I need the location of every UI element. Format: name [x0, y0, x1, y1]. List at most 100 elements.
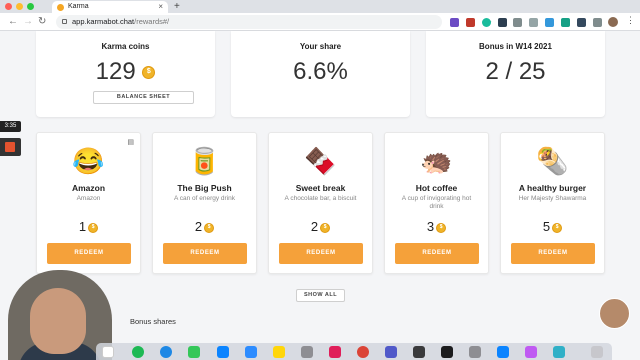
price-value: 2 [310, 219, 319, 234]
price-value: 5 [542, 219, 551, 234]
extension-v-icon[interactable] [450, 18, 459, 27]
extension-dark-icon[interactable] [498, 18, 507, 27]
show-all-button[interactable]: SHOW ALL [296, 289, 345, 302]
redeem-button[interactable]: REDEEM [511, 243, 595, 264]
finder-app-icon[interactable] [497, 346, 509, 358]
spotify-app-icon[interactable] [132, 346, 144, 358]
reward-price: 3 $ [385, 219, 488, 234]
stop-recording-button[interactable] [0, 138, 21, 156]
chocolate-bar-icon: 🍫 [304, 146, 337, 176]
camera-extension-icon[interactable] [513, 18, 522, 27]
extension-grey-icon[interactable] [529, 18, 538, 27]
chrome-app-icon[interactable] [357, 346, 369, 358]
karma-coins-amount: 129 [95, 58, 136, 85]
tab-close-icon[interactable]: × [158, 1, 163, 13]
participant-webcam [599, 298, 630, 329]
extension-navy-icon[interactable] [577, 18, 586, 27]
reward-card-big-push: 🥫 The Big Push A can of energy drink 2 $ … [152, 132, 257, 274]
reward-description: A can of energy drink [173, 195, 236, 202]
new-tab-button[interactable]: + [174, 0, 180, 13]
browser-tab-karma[interactable]: Karma × [52, 1, 168, 13]
reward-title: Hot coffee [415, 183, 458, 193]
price-value: 1 [78, 219, 87, 234]
karma-coins-title: Karma coins [101, 42, 150, 51]
your-share-card: Your share 6.6% [231, 31, 410, 117]
url-host: app.karmabot.chat [72, 17, 135, 26]
reward-card-healthy-burger: 🌯 A healthy burger Her Majesty Shawarma … [500, 132, 605, 274]
screen-app-icon[interactable] [553, 346, 565, 358]
reward-title: A healthy burger [518, 183, 587, 193]
reload-icon[interactable]: ↻ [38, 15, 46, 29]
price-value: 3 [426, 219, 435, 234]
extension-blue-icon[interactable] [545, 18, 554, 27]
redeem-button[interactable]: REDEEM [395, 243, 479, 264]
coin-icon: $ [552, 222, 563, 233]
zoom-app-icon[interactable] [245, 346, 257, 358]
coin-icon: $ [320, 222, 331, 233]
your-share-title: Your share [299, 42, 342, 51]
reward-title: Sweet break [295, 183, 346, 193]
redeem-button[interactable]: REDEEM [163, 243, 247, 264]
teams-app-icon[interactable] [385, 346, 397, 358]
final-cut-app-icon[interactable] [441, 346, 453, 358]
redeem-button[interactable]: REDEEM [279, 243, 363, 264]
reward-description: Amazon [76, 195, 101, 202]
notes-app-icon[interactable] [273, 346, 285, 358]
reward-card-amazon: ▤ 😂 Amazon Amazon 1 $ REDEEM [36, 132, 141, 274]
app-store-icon[interactable] [217, 346, 229, 358]
browser-toolbar: ← → ↻ app.karmabot.chat/rewards#/ ☆ ⋮ [0, 13, 640, 31]
reward-card-sweet-break: 🍫 Sweet break A chocolate bar, a biscuit… [268, 132, 373, 274]
coin-icon: $ [436, 222, 447, 233]
karma-coins-card: Karma coins 129 $ BALANCE SHEET [36, 31, 215, 117]
maximize-window-button[interactable] [27, 3, 34, 10]
bonus-title: Bonus in W14 2021 [479, 42, 552, 51]
activity-monitor-icon[interactable] [413, 346, 425, 358]
browser-menu-icon[interactable]: ⋮ [626, 15, 635, 26]
tab-title: Karma [68, 3, 89, 10]
redeem-button[interactable]: REDEEM [47, 243, 131, 264]
safari-app-icon[interactable] [160, 346, 172, 358]
macos-dock [96, 343, 612, 360]
lock-icon [62, 19, 67, 24]
extension-green-icon[interactable] [482, 18, 491, 27]
price-value: 2 [194, 219, 203, 234]
presenter-face [30, 288, 86, 354]
reward-price: 1 $ [37, 219, 140, 234]
karma-favicon-icon [57, 4, 64, 11]
slack-app-icon[interactable] [329, 346, 341, 358]
reward-description: Her Majesty Shawarma [518, 195, 587, 202]
coin-icon: $ [88, 222, 99, 233]
podcasts-app-icon[interactable] [525, 346, 537, 358]
reward-price: 2 $ [269, 219, 372, 234]
reward-price: 5 $ [501, 219, 604, 234]
bonus-card: Bonus in W14 2021 2 / 25 [426, 31, 605, 117]
sonic-hedgehog-icon: 🦔 [420, 146, 453, 176]
bonus-value: 2 / 25 [485, 58, 546, 85]
reward-title: The Big Push [177, 183, 232, 193]
tab-bonus-shares[interactable]: Bonus shares [130, 317, 176, 326]
recording-timer: 3:35 [0, 121, 21, 132]
address-bar[interactable]: app.karmabot.chat/rewards#/ ☆ [56, 15, 492, 29]
browser-title-bar: Karma × + [0, 0, 640, 13]
preview-app-icon[interactable] [469, 346, 481, 358]
profile-avatar[interactable] [608, 17, 618, 27]
extension-red-icon[interactable] [466, 18, 475, 27]
reward-card-hot-coffee: 🦔 Hot coffee A cup of invigorating hot d… [384, 132, 489, 274]
minimize-window-button[interactable] [16, 3, 23, 10]
settings-app-icon[interactable] [301, 346, 313, 358]
balance-sheet-button[interactable]: BALANCE SHEET [93, 91, 194, 104]
reward-description: A cup of invigorating hot drink [401, 195, 472, 210]
puzzle-extension-icon[interactable] [593, 18, 602, 27]
coin-icon: $ [142, 66, 156, 80]
forward-icon[interactable]: → [23, 15, 33, 29]
messages-app-icon[interactable] [188, 346, 200, 358]
back-icon[interactable]: ← [8, 15, 18, 29]
karma-coins-value: 129 $ [36, 58, 215, 86]
reward-title: Amazon [71, 183, 106, 193]
close-window-button[interactable] [5, 3, 12, 10]
trash-icon[interactable] [591, 346, 603, 358]
reward-description: A chocolate bar, a biscuit [284, 195, 357, 202]
reward-price: 2 $ [153, 219, 256, 234]
calendar-app-icon[interactable] [102, 346, 114, 358]
extension-teal-icon[interactable] [561, 18, 570, 27]
